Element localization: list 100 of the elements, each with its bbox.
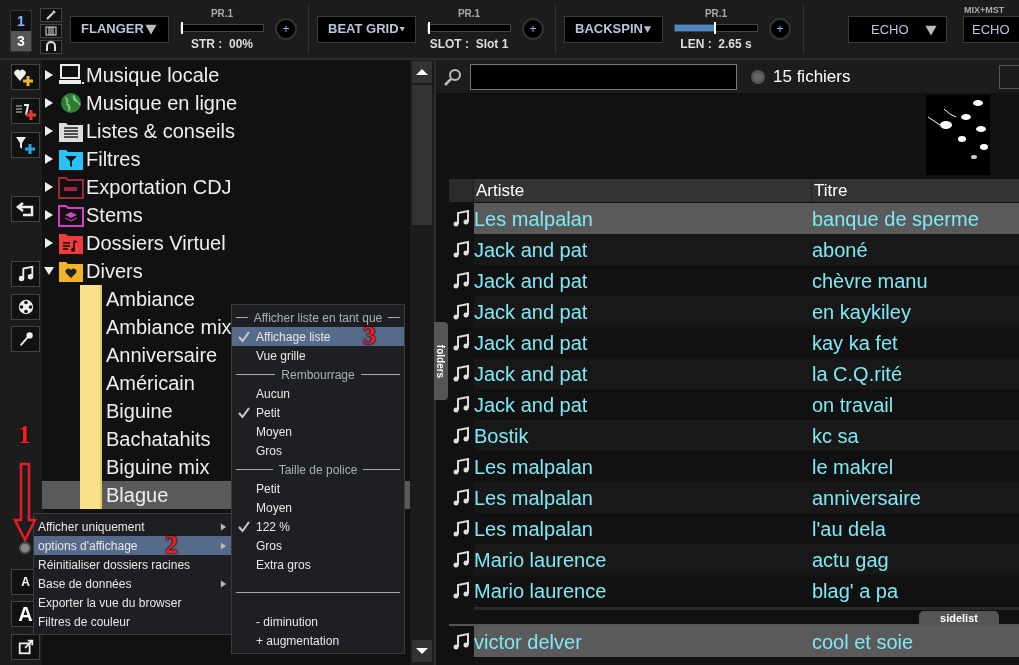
expand-arrow-icon[interactable] bbox=[44, 70, 54, 80]
deck-button[interactable]: 1 bbox=[11, 11, 31, 31]
tree-item[interactable]: Blague bbox=[106, 480, 169, 510]
menu-section-label: Rembourrage bbox=[281, 366, 355, 384]
expand-arrow-icon[interactable] bbox=[44, 238, 54, 248]
tree-item[interactable]: Filtres bbox=[86, 144, 141, 174]
back-button[interactable] bbox=[11, 196, 40, 222]
table-cell-text: Bostik bbox=[474, 423, 530, 449]
slider-thumb[interactable] bbox=[713, 21, 716, 34]
track-row[interactable]: Bostik kc sa bbox=[474, 420, 1019, 451]
tree-item[interactable]: Dossiers Virtuel bbox=[86, 228, 226, 258]
menu-item[interactable]: + augmentation bbox=[232, 631, 404, 650]
track-row[interactable]: Les malpalan anniversaire bbox=[474, 482, 1019, 513]
track-row[interactable]: Jack and pat en kaykiley bbox=[474, 296, 1019, 327]
search-field[interactable] bbox=[470, 63, 737, 90]
dropdown-arrow-icon bbox=[144, 22, 158, 36]
folders-tab[interactable]: folders bbox=[434, 322, 448, 400]
sampler-icon[interactable] bbox=[40, 24, 62, 38]
menu-item[interactable]: Petit bbox=[232, 403, 404, 422]
tree-item[interactable]: Biguine mix bbox=[106, 452, 210, 482]
menu-item[interactable]: Moyen bbox=[232, 498, 404, 517]
tree-item[interactable]: Anniversaire bbox=[106, 340, 218, 370]
effect-dropdown[interactable]: BACKSPIN bbox=[564, 15, 663, 43]
music-note-icon bbox=[452, 240, 470, 259]
expand-arrow-icon[interactable] bbox=[44, 126, 54, 136]
options-button[interactable] bbox=[19, 542, 31, 554]
playlist-plus-icon bbox=[13, 101, 38, 121]
effect-dropdown[interactable]: ECHO bbox=[963, 16, 1019, 43]
menu-item[interactable]: Moyen bbox=[232, 422, 404, 441]
menu-item[interactable]: 122 % bbox=[232, 517, 404, 536]
external-window-button[interactable] bbox=[11, 634, 40, 660]
expand-arrow-icon[interactable] bbox=[44, 182, 54, 192]
music-note-icon bbox=[452, 364, 470, 383]
expand-arrow-icon[interactable] bbox=[44, 210, 54, 220]
menu-item[interactable]: Vue grille bbox=[232, 346, 404, 365]
add-filter-button[interactable] bbox=[11, 132, 40, 158]
menu-item[interactable]: Gros bbox=[232, 441, 404, 460]
tree-item[interactable]: Américain bbox=[106, 368, 195, 398]
column-header[interactable]: Titre bbox=[812, 179, 1019, 202]
menu-item[interactable]: Aucun bbox=[232, 384, 404, 403]
expand-arrow-icon[interactable] bbox=[44, 98, 54, 108]
film-reel-button[interactable] bbox=[11, 294, 40, 320]
tree-item[interactable]: Musique locale bbox=[86, 60, 220, 90]
tree-item[interactable]: Exportation CDJ bbox=[86, 172, 232, 202]
table-cell-text: Les malpalan bbox=[474, 454, 594, 480]
music-note-icon bbox=[452, 426, 470, 445]
toggle-icon[interactable] bbox=[751, 69, 765, 84]
menu-item[interactable]: Petit bbox=[232, 479, 404, 498]
effect-dropdown[interactable]: BEAT GRID bbox=[317, 15, 416, 43]
menu-item[interactable]: Extra gros bbox=[232, 555, 404, 574]
expand-arrow-icon[interactable] bbox=[44, 154, 54, 164]
table-cell-text: actu gag bbox=[812, 547, 889, 573]
effect-slider[interactable] bbox=[180, 23, 264, 32]
track-row[interactable]: Mario laurence actu gag bbox=[474, 544, 1019, 575]
mix-label: MIX+MST bbox=[964, 4, 1005, 17]
tree-item[interactable]: Bachatahits bbox=[106, 424, 211, 454]
scroll-up-button[interactable] bbox=[412, 61, 432, 83]
music-note-button[interactable] bbox=[11, 261, 40, 287]
menu-item[interactable]: options d'affichage 2 bbox=[34, 536, 231, 555]
column-header[interactable]: Artiste bbox=[474, 179, 812, 202]
sidelist-tab[interactable]: sidelist bbox=[919, 611, 999, 625]
add-button[interactable]: + bbox=[769, 18, 791, 40]
track-row[interactable]: Les malpalan banque de sperme bbox=[474, 203, 1019, 234]
tree-item[interactable]: Ambiance mix bbox=[106, 312, 232, 342]
filter-folder-icon bbox=[58, 147, 84, 171]
add-button[interactable]: + bbox=[275, 18, 297, 40]
add-button[interactable]: + bbox=[522, 18, 544, 40]
effect-slider[interactable] bbox=[674, 23, 758, 32]
tree-item[interactable]: Biguine bbox=[106, 396, 173, 426]
add-playlist-button[interactable] bbox=[11, 98, 40, 124]
table-cell-text: Jack and pat bbox=[474, 392, 589, 418]
menu-item[interactable]: Gros bbox=[232, 536, 404, 555]
film-reel-icon bbox=[16, 298, 35, 316]
table-cell-text: anniversaire bbox=[812, 485, 921, 511]
track-row[interactable]: Jack and pat aboné bbox=[474, 234, 1019, 265]
tree-item[interactable]: Stems bbox=[86, 200, 143, 230]
tree-item[interactable]: Musique en ligne bbox=[86, 88, 238, 118]
deck-button[interactable]: 3 bbox=[11, 31, 31, 51]
tree-item[interactable]: Ambiance bbox=[106, 284, 195, 314]
add-favorite-button[interactable] bbox=[11, 64, 40, 90]
table-cell-text: Jack and pat bbox=[474, 237, 589, 263]
headphones-icon[interactable] bbox=[40, 40, 62, 54]
microphone-button[interactable] bbox=[11, 326, 40, 352]
tree-item[interactable]: Divers bbox=[86, 256, 143, 286]
effect-slider[interactable] bbox=[427, 23, 511, 32]
effect-dropdown[interactable]: ECHO bbox=[848, 16, 947, 43]
menu-item[interactable]: - diminution bbox=[232, 612, 404, 631]
track-row[interactable]: Jack and pat la C.Q.rité bbox=[474, 358, 1019, 389]
track-row[interactable]: victor delver cool et soie bbox=[474, 626, 1019, 657]
music-note-icon bbox=[452, 457, 470, 476]
tree-item[interactable]: Listes & conseils bbox=[86, 116, 235, 146]
menu-section-label: Taille de police bbox=[278, 461, 358, 479]
menu-item[interactable]: Affichage liste 3 bbox=[232, 327, 404, 346]
table-cell-text: la C.Q.rité bbox=[812, 361, 903, 387]
music-note-icon bbox=[452, 271, 470, 290]
scroll-down-button[interactable] bbox=[412, 640, 432, 662]
table-cell-text: l'au dela bbox=[812, 516, 886, 542]
table-cell-text: blag' a pa bbox=[812, 578, 899, 604]
collapse-arrow-icon[interactable] bbox=[44, 266, 54, 276]
effect-dropdown[interactable]: FLANGER bbox=[70, 15, 169, 43]
